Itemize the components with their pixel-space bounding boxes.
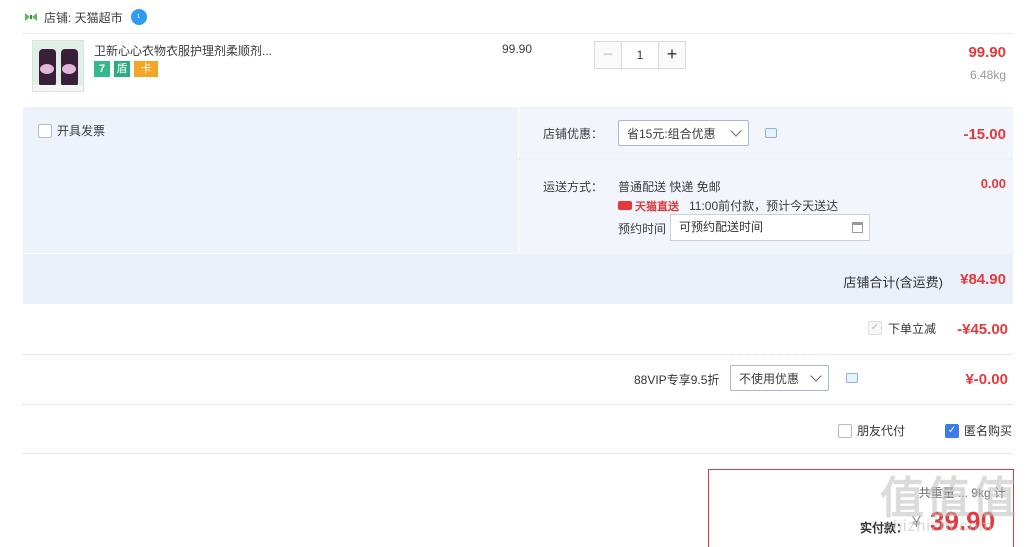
product-image xyxy=(33,41,83,91)
shop-coupon-value: 省15元:组合优惠 xyxy=(627,126,716,141)
coupon-label: 店铺优惠： xyxy=(543,127,604,141)
guarantee-icon[interactable]: 盾 xyxy=(114,61,130,77)
order-discount-label: 下单立减 xyxy=(888,322,937,336)
order-discount-checkbox: ✓ xyxy=(868,321,882,335)
item-weight: 6.48kg xyxy=(969,68,1006,82)
tmall-direct-badge: 天猫直送 xyxy=(618,198,679,214)
coupon-amount: -15.00 xyxy=(963,126,1006,143)
vip-label: 88VIP专享9.5折 xyxy=(634,373,720,387)
delivery-time-placeholder: 可预约配送时间 xyxy=(679,220,764,234)
delivery-note: 11:00前付款，预计今天送达 xyxy=(689,199,839,213)
anonymous-label: 匿名购买 xyxy=(964,424,1013,438)
service-badges: 7 盾 卡 xyxy=(94,61,158,77)
product-title[interactable]: 卫新心心衣物衣服护理剂柔顺剂... xyxy=(94,42,272,59)
tmall-direct-label: 天猫直送 xyxy=(635,200,679,213)
chevron-down-icon xyxy=(730,124,742,137)
vip-coupon-value: 不使用优惠 xyxy=(739,371,800,386)
decrease-quantity-button[interactable]: − xyxy=(594,41,622,69)
shop-total-value: ¥84.90 xyxy=(960,271,1006,288)
friend-pay-option[interactable]: 朋友代付 xyxy=(838,422,905,439)
order-discount-value: -¥45.00 xyxy=(957,321,1008,338)
invoice-option[interactable]: 开具发票 xyxy=(38,122,105,139)
shop-total-label: 店铺合计(含运费) xyxy=(843,275,943,290)
vip-coupon-select[interactable]: 不使用优惠 xyxy=(730,365,829,391)
anonymous-option[interactable]: ✓ 匿名购买 xyxy=(945,422,1012,439)
message-icon[interactable] xyxy=(846,373,858,383)
unit-price: 99.90 xyxy=(502,42,533,56)
friend-pay-label: 朋友代付 xyxy=(857,424,906,438)
watermark-logo: 值值值 xyxy=(880,474,1018,523)
credit-card-icon[interactable]: 卡 xyxy=(134,61,158,77)
invoice-label: 开具发票 xyxy=(57,124,106,138)
divider xyxy=(23,404,1013,405)
divider xyxy=(23,453,1013,454)
tmall-direct-row: 天猫直送 11:00前付款，预计今天送达 xyxy=(618,197,838,214)
calendar-icon[interactable] xyxy=(852,222,863,233)
invoice-checkbox[interactable] xyxy=(38,123,52,138)
shop-name[interactable]: 店铺: 天猫超市 xyxy=(44,9,123,26)
friend-pay-checkbox[interactable] xyxy=(838,423,852,438)
anonymous-checkbox[interactable]: ✓ xyxy=(945,423,959,438)
quantity-stepper: − 1 + xyxy=(594,41,686,69)
watermark-url: zhizhizhi.com xyxy=(884,518,994,535)
message-icon[interactable] xyxy=(765,128,777,138)
chevron-down-icon xyxy=(810,369,822,382)
divider xyxy=(23,354,1013,355)
quantity-input[interactable]: 1 xyxy=(622,41,658,69)
tmall-butterfly-icon xyxy=(25,13,37,21)
wangwang-icon[interactable]: ¹ xyxy=(130,9,147,25)
shipping-method: 普通配送 快递 免邮 xyxy=(618,180,721,194)
schedule-label: 预约时间 xyxy=(618,222,667,236)
delivery-time-input[interactable]: 可预约配送时间 xyxy=(670,214,870,241)
shipping-cost: 0.00 xyxy=(980,176,1006,191)
shop-header: 店铺: 天猫超市 ¹ xyxy=(24,8,147,26)
shop-coupon-select[interactable]: 省15元:组合优惠 xyxy=(618,120,749,146)
item-subtotal: 99.90 xyxy=(968,44,1006,61)
truck-icon xyxy=(618,201,632,210)
increase-quantity-button[interactable]: + xyxy=(658,41,686,69)
seven-day-return-icon[interactable]: 7 xyxy=(94,61,110,77)
shipping-label: 运送方式： xyxy=(543,180,604,194)
product-thumbnail[interactable] xyxy=(32,40,84,92)
vip-value: ¥-0.00 xyxy=(965,371,1008,388)
